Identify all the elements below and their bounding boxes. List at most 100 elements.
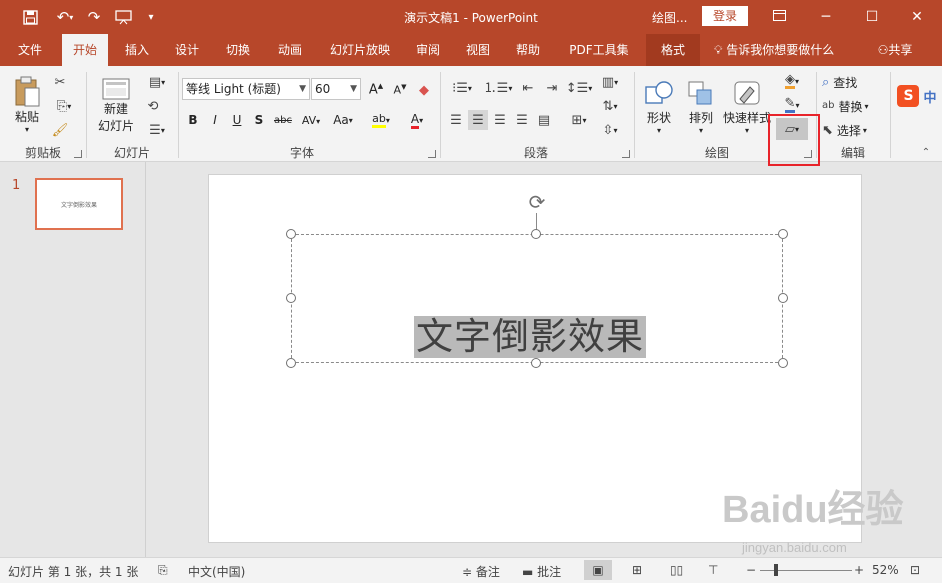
resize-handle-bottom-left[interactable] — [286, 358, 296, 368]
arrange-button[interactable]: 排列 ▾ — [682, 74, 720, 140]
fit-to-window-icon[interactable]: ⊡ — [910, 563, 920, 577]
resize-handle-bottom-right[interactable] — [778, 358, 788, 368]
character-spacing-button[interactable]: AV▾ — [298, 110, 324, 130]
clear-formatting-button[interactable]: ◆ — [414, 80, 434, 100]
spell-check-icon[interactable]: ⎘ — [158, 563, 168, 578]
reading-view-button[interactable]: ▯▯ — [670, 563, 683, 577]
align-right-icon: ☰ — [494, 112, 506, 128]
slide-thumbnail[interactable]: 文字倒影效果 — [35, 178, 123, 230]
shape-fill-button[interactable]: ◈ ▾ — [776, 70, 808, 92]
resize-handle-top-left[interactable] — [286, 229, 296, 239]
shadow-button[interactable]: S — [250, 110, 268, 130]
smartart-button[interactable]: ⊞ ▾ — [566, 110, 592, 130]
text-direction-button[interactable]: ⇅ ▾ — [598, 96, 622, 116]
shapes-button[interactable]: 形状 ▾ — [640, 74, 678, 140]
strikethrough-button[interactable]: abc — [272, 110, 294, 130]
decrease-indent-button[interactable]: ⇤ — [518, 78, 538, 98]
tell-me-search[interactable]: 💡︎ 告诉我你想要做什么 — [714, 34, 848, 66]
rotate-handle-icon[interactable]: ⟳ — [526, 191, 548, 213]
align-center-button[interactable]: ☰ — [468, 110, 488, 130]
select-button[interactable]: ⬉ 选择 ▾ — [822, 120, 884, 140]
slide-title-text[interactable]: 文字倒影效果 — [414, 316, 646, 358]
columns-button[interactable]: ▥ ▾ — [598, 72, 622, 92]
zoom-level[interactable]: 52% — [872, 563, 899, 577]
highlight-color-button[interactable]: ab ▾ — [366, 110, 396, 130]
tab-slideshow[interactable]: 幻灯片放映 — [320, 34, 400, 66]
decrease-font-button[interactable]: A▼ — [390, 80, 410, 100]
cut-button[interactable]: ✂ — [50, 72, 70, 92]
paragraph-dialog-launcher[interactable] — [622, 150, 630, 158]
resize-handle-bottom[interactable] — [531, 358, 541, 368]
tab-design[interactable]: 设计 — [166, 34, 208, 66]
align-text-button[interactable]: ⇳ ▾ — [598, 120, 622, 140]
increase-font-button[interactable]: A▲ — [366, 80, 386, 100]
close-icon[interactable]: ✕ — [905, 6, 929, 28]
slide-sorter-view-button[interactable]: ⊞ — [632, 563, 642, 577]
resize-handle-top[interactable] — [531, 229, 541, 239]
maximize-icon[interactable]: ☐ — [860, 6, 884, 28]
tab-file[interactable]: 文件 — [8, 34, 52, 66]
bullets-button[interactable]: ⁝☰ ▾ — [446, 78, 478, 98]
tab-review[interactable]: 审阅 — [406, 34, 450, 66]
underline-button[interactable]: U — [228, 110, 246, 130]
resize-handle-right[interactable] — [778, 293, 788, 303]
italic-button[interactable]: I — [206, 110, 224, 130]
minimize-icon[interactable]: ─ — [814, 6, 838, 28]
share-button[interactable]: ⚇共享 — [868, 34, 922, 66]
resize-handle-top-right[interactable] — [778, 229, 788, 239]
language-status[interactable]: 中文(中国) — [188, 563, 245, 580]
notes-button[interactable]: ≑ 备注 — [462, 563, 500, 580]
clipboard-dialog-launcher[interactable] — [74, 150, 82, 158]
align-right-button[interactable]: ☰ — [490, 110, 510, 130]
save-icon[interactable] — [18, 6, 42, 28]
copy-button[interactable]: ⎘ ▾ — [50, 96, 78, 116]
section-button[interactable]: ☰ ▾ — [142, 120, 172, 140]
reset-button[interactable]: ⟲ — [142, 96, 164, 116]
paste-button[interactable]: 粘贴 ▾ — [8, 72, 46, 138]
find-button[interactable]: ⌕ 查找 — [822, 72, 872, 92]
layout-button[interactable]: ▤ ▾ — [142, 72, 172, 92]
start-slideshow-icon[interactable] — [112, 6, 134, 28]
tab-pdf-tools[interactable]: PDF工具集 — [560, 34, 638, 66]
justify-button[interactable]: ☰ — [512, 110, 532, 130]
zoom-out-icon[interactable]: − — [746, 563, 756, 577]
shape-outline-button[interactable]: ✎ ▾ — [776, 94, 808, 116]
comments-label: 批注 — [537, 565, 562, 579]
sogou-ime-badge[interactable]: S 中 — [892, 84, 942, 108]
tab-transitions[interactable]: 切换 — [216, 34, 260, 66]
bold-button[interactable]: B — [184, 110, 202, 130]
tab-help[interactable]: 帮助 — [506, 34, 550, 66]
redo-icon[interactable]: ↷ — [84, 6, 104, 28]
distributed-button[interactable]: ▤ — [534, 110, 554, 130]
tab-insert[interactable]: 插入 — [116, 34, 158, 66]
tab-home[interactable]: 开始 — [62, 34, 108, 66]
tab-animations[interactable]: 动画 — [268, 34, 312, 66]
login-button[interactable]: 登录 — [702, 6, 748, 26]
resize-handle-left[interactable] — [286, 293, 296, 303]
undo-icon[interactable]: ↶ ▾ — [50, 6, 80, 28]
align-left-button[interactable]: ☰ — [446, 110, 466, 130]
zoom-in-icon[interactable]: + — [854, 563, 864, 577]
tab-format[interactable]: 格式 — [646, 34, 700, 66]
ribbon-display-options-icon[interactable] — [767, 6, 791, 28]
font-name-combo[interactable]: 等线 Light (标题) ▼ — [182, 78, 310, 100]
slideshow-view-button[interactable]: ⊤ — [708, 563, 718, 577]
change-case-button[interactable]: Aa ▾ — [328, 110, 358, 130]
replace-button[interactable]: ab 替换 ▾ — [822, 96, 884, 116]
quick-styles-button[interactable]: 快速样式 ▾ — [722, 74, 772, 140]
collapse-ribbon-icon[interactable]: ⌃ — [918, 146, 934, 158]
zoom-slider-thumb[interactable] — [774, 564, 778, 576]
comments-button[interactable]: ▬ 批注 — [522, 563, 561, 580]
tab-view[interactable]: 视图 — [456, 34, 500, 66]
font-dialog-launcher[interactable] — [428, 150, 436, 158]
normal-view-button[interactable]: ▣ — [584, 560, 612, 580]
line-spacing-button[interactable]: ↕☰ ▾ — [566, 78, 593, 98]
customize-toolbar-icon[interactable]: ▾ — [144, 6, 158, 28]
increase-indent-button[interactable]: ⇥ — [542, 78, 562, 98]
format-painter-button[interactable]: 🖌︎ — [50, 120, 70, 140]
new-slide-button[interactable]: 新建 幻灯片 — [92, 74, 140, 138]
paint-bucket-icon: ◈ — [784, 72, 795, 89]
font-size-combo[interactable]: 60 ▼ — [311, 78, 361, 100]
numbering-button[interactable]: ⒈☰ ▾ — [482, 78, 514, 98]
font-color-button[interactable]: A ▾ — [402, 110, 432, 130]
